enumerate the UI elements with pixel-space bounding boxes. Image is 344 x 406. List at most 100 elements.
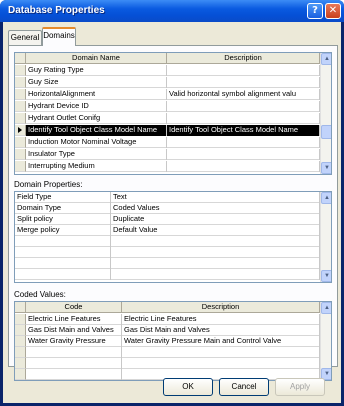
domain-name-cell[interactable]: Hydrant Device ID [26, 101, 167, 112]
column-header-description[interactable]: Description [167, 53, 320, 64]
property-row[interactable]: Field Type Text [15, 192, 320, 203]
row-header[interactable] [15, 89, 26, 100]
code-description-cell[interactable]: Gas Dist Main and Valves [122, 325, 320, 336]
row-header[interactable] [15, 101, 26, 112]
row-header[interactable] [15, 125, 26, 136]
row-header[interactable] [15, 358, 26, 369]
table-row[interactable]: Guy Rating Type [15, 65, 320, 76]
domain-description-cell[interactable]: Identify Tool Object Class Model Name [167, 125, 320, 136]
ok-button[interactable]: OK [163, 378, 213, 396]
tab-general[interactable]: General [8, 30, 42, 45]
table-row[interactable]: Guy Size [15, 77, 320, 88]
domain-name-cell[interactable]: Guy Size [26, 77, 167, 88]
domain-description-cell[interactable]: Valid horizontal symbol alignment valu [167, 89, 320, 100]
coded-value-row[interactable]: Water Gravity Pressure Water Gravity Pres… [15, 336, 320, 347]
domain-properties-grid[interactable]: Field Type Text Domain Type Coded Values Spl… [14, 191, 332, 283]
domain-name-cell[interactable]: Insulator Type [26, 149, 167, 160]
domain-name-cell[interactable]: Identify Tool Object Class Model Name [26, 125, 167, 136]
row-header[interactable] [15, 149, 26, 160]
scroll-down-icon[interactable]: ▼ [321, 162, 331, 174]
code-description-cell[interactable]: Water Gravity Pressure Main and Control … [122, 336, 320, 347]
domain-name-cell[interactable]: Induction Motor Nominal Voltage [26, 137, 167, 148]
row-header[interactable] [15, 336, 26, 347]
row-header[interactable] [15, 369, 26, 380]
row-header[interactable] [15, 137, 26, 148]
property-value-cell[interactable] [111, 258, 320, 269]
property-value-cell[interactable] [111, 247, 320, 258]
domain-name-cell[interactable]: Guy Rating Type [26, 65, 167, 76]
scroll-down-icon[interactable]: ▼ [321, 270, 331, 282]
apply-button[interactable]: Apply [275, 378, 325, 396]
property-value-cell[interactable]: Duplicate [111, 214, 320, 225]
property-row[interactable] [15, 269, 320, 280]
domain-description-cell[interactable] [167, 65, 320, 76]
column-header-code[interactable]: Code [26, 302, 122, 313]
property-row[interactable] [15, 258, 320, 269]
code-description-cell[interactable]: Electric Line Features [122, 314, 320, 325]
property-value-cell[interactable] [111, 269, 320, 280]
table-row[interactable]: Interrupting Medium [15, 161, 320, 172]
row-header[interactable] [15, 113, 26, 124]
domains-scrollbar[interactable]: ▲ ▼ [320, 53, 331, 174]
domain-name-cell[interactable]: HorizontalAlignment [26, 89, 167, 100]
property-row[interactable] [15, 236, 320, 247]
title-bar[interactable]: Database Properties ? ✕ [0, 0, 344, 22]
row-header[interactable] [15, 347, 26, 358]
property-row[interactable]: Merge policy Default Value [15, 225, 320, 236]
property-row[interactable]: Split policy Duplicate [15, 214, 320, 225]
scroll-up-icon[interactable]: ▲ [321, 53, 331, 65]
row-header[interactable] [15, 77, 26, 88]
property-value-cell[interactable]: Default Value [111, 225, 320, 236]
scroll-up-icon[interactable]: ▲ [321, 302, 331, 314]
row-header[interactable] [15, 161, 26, 172]
coded-value-row[interactable] [15, 358, 320, 369]
property-value-cell[interactable]: Text [111, 192, 320, 203]
tab-domains[interactable]: Domains [42, 27, 76, 46]
code-cell[interactable] [26, 358, 122, 369]
property-value-cell[interactable]: Coded Values [111, 203, 320, 214]
cancel-button[interactable]: Cancel [219, 378, 269, 396]
column-header-coded-description[interactable]: Description [122, 302, 320, 313]
row-header[interactable] [15, 314, 26, 325]
table-row[interactable]: Hydrant Outlet Conifg [15, 113, 320, 124]
domain-name-cell[interactable]: Hydrant Outlet Conifg [26, 113, 167, 124]
table-row[interactable]: Induction Motor Nominal Voltage [15, 137, 320, 148]
domain-description-cell[interactable] [167, 137, 320, 148]
table-row[interactable]: Identify Tool Object Class Model Name Ide… [15, 125, 320, 136]
domains-grid[interactable]: Domain Name Description Guy Rating Type G… [14, 52, 332, 175]
code-cell[interactable] [26, 369, 122, 380]
table-row[interactable]: Insulator Type [15, 149, 320, 160]
code-cell[interactable]: Gas Dist Main and Valves [26, 325, 122, 336]
scroll-thumb[interactable] [321, 125, 331, 139]
column-header-domain-name[interactable]: Domain Name [26, 53, 167, 64]
help-button[interactable]: ? [307, 3, 323, 19]
code-description-cell[interactable] [122, 347, 320, 358]
domain-description-cell[interactable] [167, 77, 320, 88]
properties-scrollbar[interactable]: ▲ ▼ [320, 192, 331, 282]
coded-values-grid[interactable]: Code Description Electric Line Features E… [14, 301, 332, 381]
row-header[interactable] [15, 65, 26, 76]
code-cell[interactable]: Water Gravity Pressure [26, 336, 122, 347]
property-name-cell [15, 247, 111, 258]
close-button[interactable]: ✕ [325, 3, 341, 19]
row-header[interactable] [15, 325, 26, 336]
domain-name-cell[interactable]: Interrupting Medium [26, 161, 167, 172]
coded-value-row[interactable]: Electric Line Features Electric Line Feat… [15, 314, 320, 325]
code-cell[interactable]: Electric Line Features [26, 314, 122, 325]
domain-description-cell[interactable] [167, 113, 320, 124]
property-row[interactable] [15, 247, 320, 258]
coded-value-row[interactable] [15, 347, 320, 358]
table-row[interactable]: Hydrant Device ID [15, 101, 320, 112]
domain-description-cell[interactable] [167, 161, 320, 172]
scroll-up-icon[interactable]: ▲ [321, 192, 331, 204]
property-row[interactable]: Domain Type Coded Values [15, 203, 320, 214]
code-description-cell[interactable] [122, 358, 320, 369]
database-properties-window: Database Properties ? ✕ General Domains … [0, 0, 344, 406]
property-value-cell[interactable] [111, 236, 320, 247]
coded-values-scrollbar[interactable]: ▲ ▼ [320, 302, 331, 380]
coded-value-row[interactable]: Gas Dist Main and Valves Gas Dist Main an… [15, 325, 320, 336]
domain-description-cell[interactable] [167, 101, 320, 112]
domain-description-cell[interactable] [167, 149, 320, 160]
table-row[interactable]: HorizontalAlignment Valid horizontal symb… [15, 89, 320, 100]
code-cell[interactable] [26, 347, 122, 358]
